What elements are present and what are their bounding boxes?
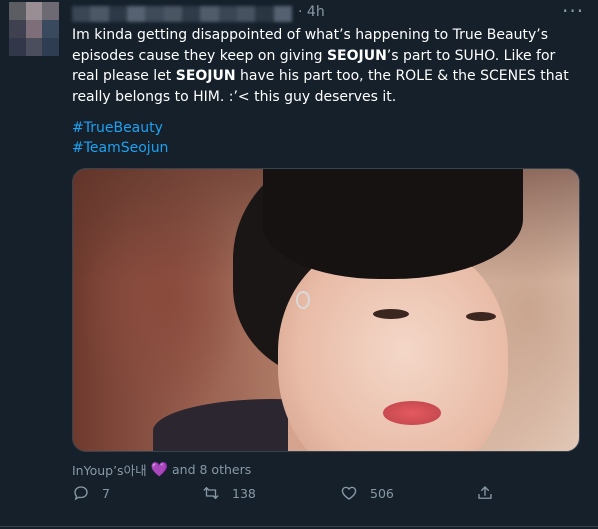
reply-count: 7 [102,485,110,501]
tweet-divider [0,526,598,527]
share-button[interactable] [476,484,494,502]
liked-by-suffix: and 8 others [172,462,252,477]
reply-icon [74,486,88,501]
liked-by[interactable]: InYoup’s아내 💜 and 8 others [72,460,251,479]
tweet-text-bold: SEOJUN [326,47,387,64]
share-icon [478,486,492,499]
tweet[interactable]: · 4h ··· Im kinda getting disappointed o… [0,0,598,529]
like-button[interactable]: 506 [340,484,394,502]
timestamp-label: 4h [306,4,325,20]
tweet-actions: 7 138 506 [72,484,572,510]
like-count: 506 [370,485,394,501]
tweet-text: Im kinda getting disappointed of what’s … [72,25,582,107]
avatar[interactable] [9,2,59,56]
retweet-count: 138 [232,485,256,501]
more-icon[interactable]: ··· [562,1,584,21]
author-name-blurred[interactable] [72,6,292,22]
purple-heart-icon: 💜 [150,461,169,478]
retweet-button[interactable]: 138 [202,484,256,502]
tweet-text-bold: SEOJUN [175,68,236,84]
liked-by-name: InYoup’s아내 [72,463,147,478]
heart-icon [341,486,357,500]
hashtag-truebeauty[interactable]: #TrueBeauty [72,120,163,136]
reply-button[interactable]: 7 [72,484,110,502]
hashtag-teamseojun[interactable]: #TeamSeojun [72,140,168,156]
tweet-timestamp[interactable]: · 4h [298,4,325,20]
tweet-media-image[interactable] [72,168,580,452]
retweet-icon [203,487,219,499]
